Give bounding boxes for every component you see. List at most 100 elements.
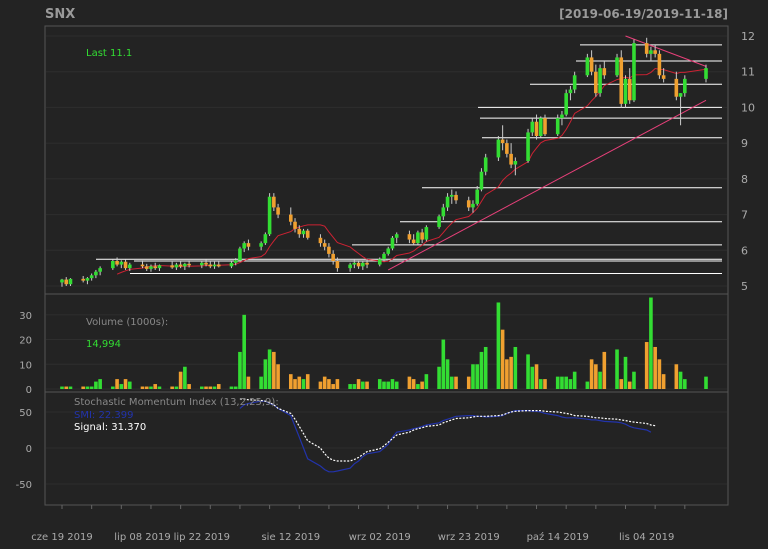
candle-body — [424, 227, 429, 240]
candle-body — [598, 68, 602, 94]
candle-body — [627, 78, 632, 101]
volume-bar — [322, 376, 327, 389]
volume-bar — [238, 351, 242, 389]
candle-body — [94, 271, 98, 276]
volume-bar — [246, 376, 251, 389]
volume-bar — [229, 386, 234, 389]
volume-bar — [267, 349, 272, 389]
candle-body — [64, 279, 69, 285]
volume-bar — [534, 364, 539, 389]
volume-bar — [704, 376, 708, 389]
volume-bar — [564, 376, 568, 389]
candle-body — [81, 278, 85, 281]
price-tick-label: 8 — [741, 173, 748, 186]
candle-body — [276, 207, 280, 215]
candle-body — [619, 57, 624, 104]
volume-bar — [301, 379, 306, 389]
candle-body — [653, 50, 657, 54]
candle-body — [496, 139, 501, 158]
candle-body — [111, 261, 115, 269]
candle-body — [335, 261, 340, 269]
candle-body — [411, 239, 416, 244]
volume-bar — [513, 346, 518, 389]
smi-lines — [239, 398, 656, 473]
candle-body — [259, 243, 263, 247]
candle-body — [293, 221, 297, 229]
candle-body — [564, 93, 568, 115]
volume-bar — [365, 381, 369, 389]
candle-body — [318, 237, 323, 244]
candle-body — [208, 264, 213, 267]
volume-bar — [420, 381, 424, 389]
volume-bar — [60, 386, 64, 389]
candle-body — [301, 230, 306, 235]
candle-body — [661, 75, 666, 79]
candle-body — [200, 262, 204, 266]
candle-body — [242, 243, 246, 249]
volume-bar — [538, 379, 543, 389]
candle-body — [420, 232, 424, 240]
candle-body — [68, 278, 73, 285]
last-price-label: Last 11.1 — [86, 48, 132, 59]
volume-bar — [204, 386, 208, 389]
volume-bar — [144, 386, 149, 389]
candle-body — [238, 248, 242, 261]
candle-body — [263, 234, 268, 244]
volume-bar — [153, 384, 158, 389]
candle-body — [602, 68, 607, 76]
volume-bar — [475, 364, 480, 389]
candle-body — [365, 262, 369, 265]
candle-body — [297, 228, 302, 235]
volume-bar — [348, 384, 352, 389]
volume-bar — [89, 386, 94, 389]
volume-tick-label: 20 — [19, 336, 32, 347]
candle-body — [560, 114, 564, 119]
candle-body — [115, 261, 119, 265]
candle-body — [513, 161, 518, 165]
volume-bar — [85, 386, 90, 389]
candle-body — [178, 264, 183, 267]
candle-body — [568, 89, 573, 94]
trend-line — [625, 35, 707, 67]
candle-body — [89, 275, 94, 279]
volume-tick-label: 30 — [19, 311, 32, 322]
candlestick-chart: 5 6 7 8 9 10 11 12 0 10 20 30 -50 0 50 cze 19 2019 lip 0… — [16, 7, 755, 543]
volume-bar — [68, 386, 73, 389]
smi-tick-label: 50 — [19, 408, 32, 419]
volume-bar — [115, 379, 119, 389]
candle-body — [466, 200, 471, 208]
volume-bar — [449, 376, 454, 389]
candle-body — [407, 234, 412, 240]
volume-bar — [661, 374, 666, 389]
candle-body — [212, 264, 217, 267]
volume-bar — [119, 384, 124, 389]
candle-body — [572, 75, 577, 90]
candle-body — [377, 259, 382, 265]
volume-bar — [361, 381, 365, 389]
candle-body — [361, 262, 365, 267]
volume-tick-label: 0 — [26, 385, 32, 396]
candle-body — [649, 50, 653, 54]
volume-bar — [560, 376, 564, 389]
volume-bar — [123, 379, 128, 389]
candle-body — [85, 278, 90, 281]
volume-bar — [352, 384, 357, 389]
candle-body — [632, 43, 636, 101]
candle-body — [394, 234, 399, 238]
volume-bar — [327, 379, 331, 389]
price-tick-label: 9 — [741, 137, 748, 150]
volume-bar — [377, 379, 382, 389]
volume-bar — [454, 376, 458, 389]
candle-body — [704, 68, 708, 79]
candle-body — [585, 57, 590, 76]
candle-body — [246, 243, 251, 247]
volume-bar — [212, 386, 217, 389]
volume-bar — [530, 366, 535, 389]
x-tick-label: cze 19 2019 — [31, 532, 92, 543]
x-tick-label: lis 04 2019 — [619, 532, 674, 543]
volume-label: Volume (1000s): — [86, 317, 168, 328]
candle-body — [530, 121, 535, 133]
volume-bar — [683, 379, 687, 389]
x-tick-label: sie 12 2019 — [261, 532, 320, 543]
volume-bar — [170, 386, 174, 389]
